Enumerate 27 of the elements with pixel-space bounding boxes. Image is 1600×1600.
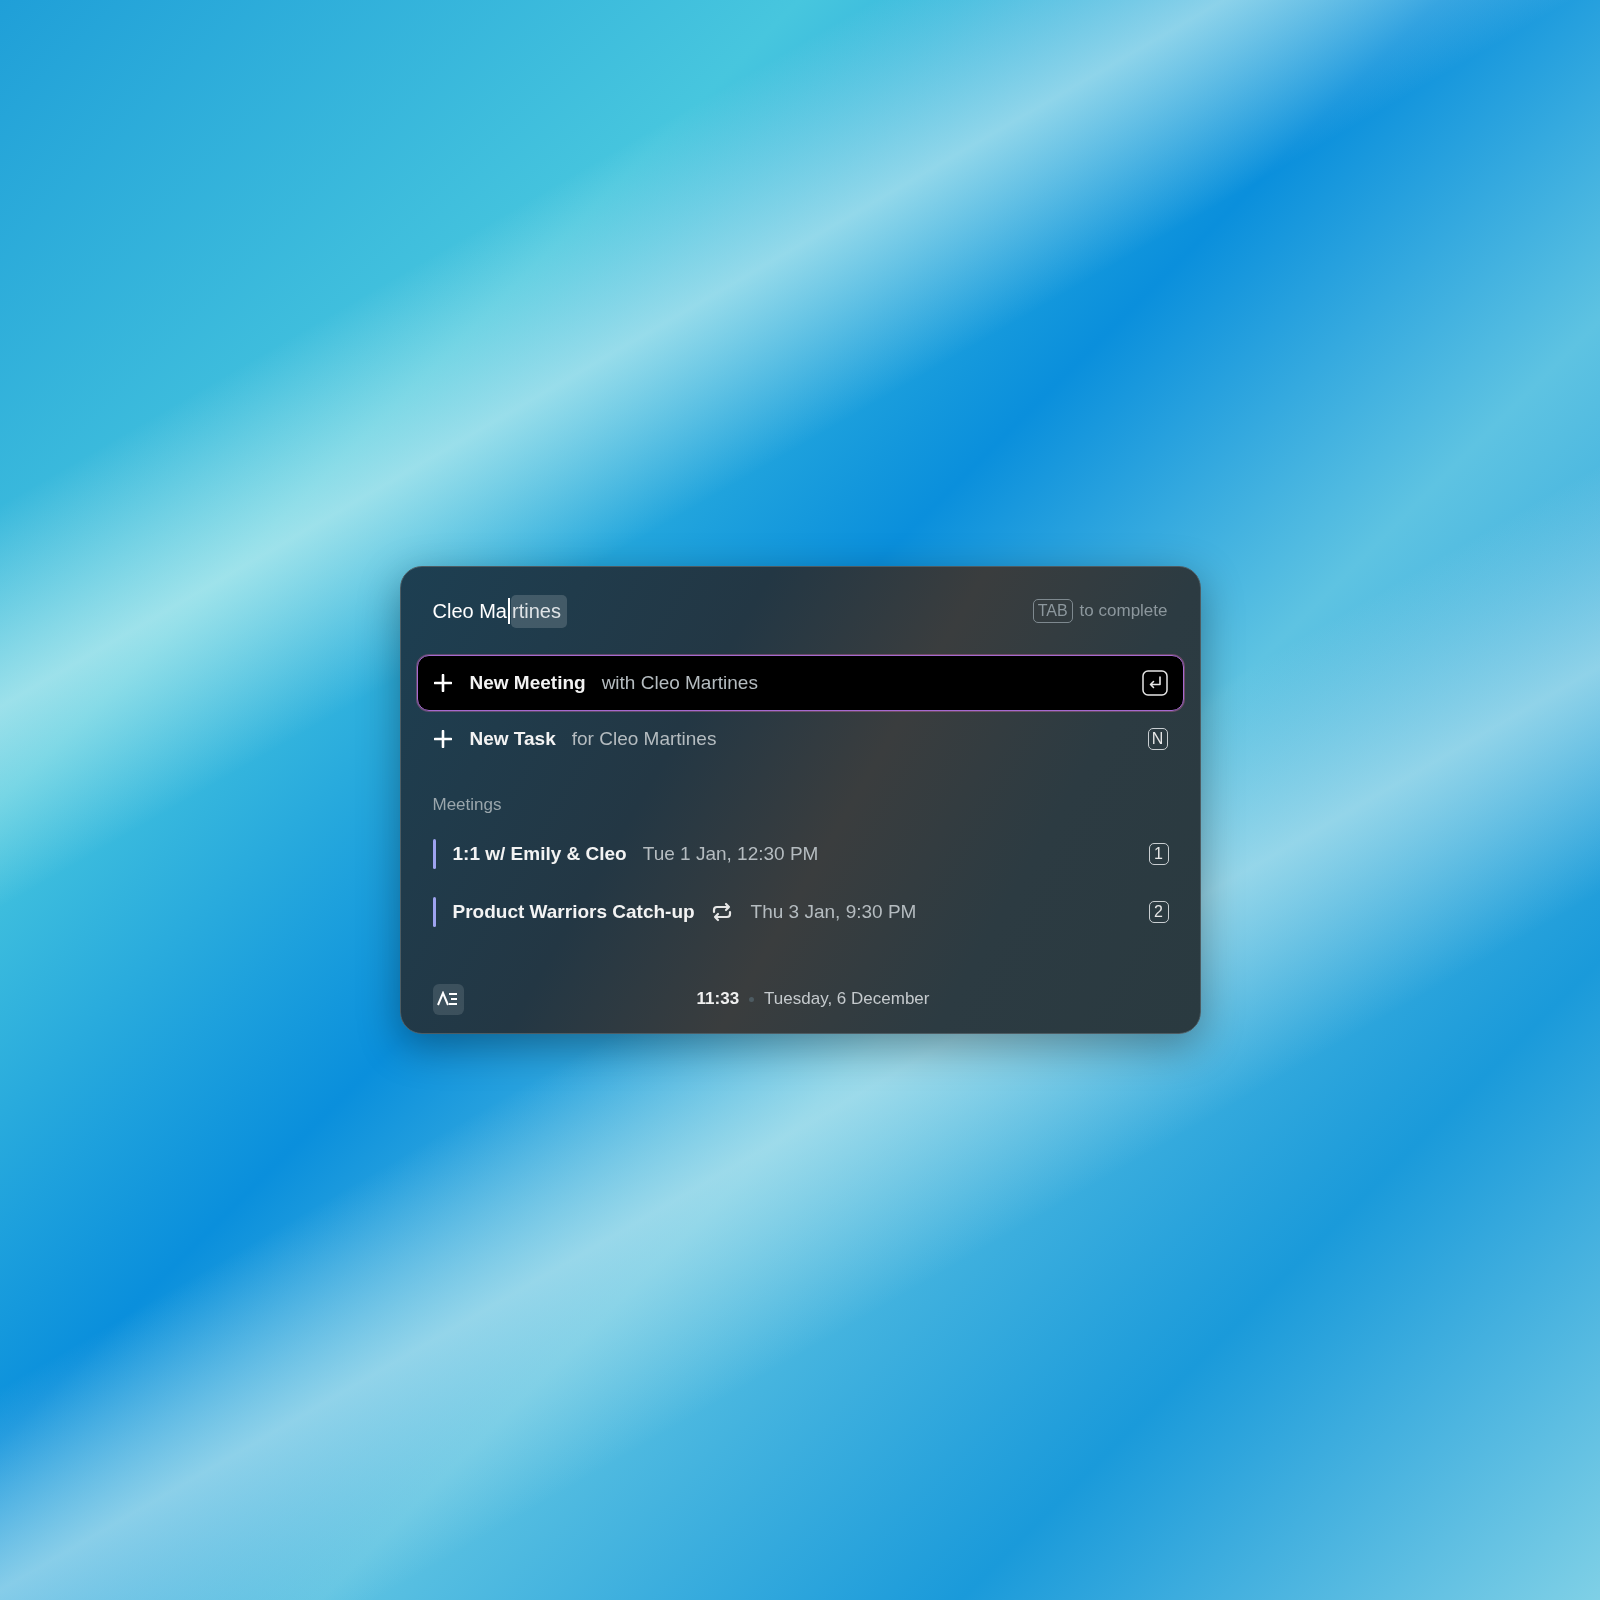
clock-time: 11:33 [696, 989, 740, 1009]
search-field[interactable]: Cleo Ma rtines [432, 594, 567, 628]
shortcut-key: N [1147, 728, 1168, 750]
hint-text: to complete [1079, 601, 1168, 621]
meeting-time: Thu 3 Jan, 9:30 PM [750, 901, 917, 923]
tab-key-hint: TAB [1032, 599, 1073, 623]
action-title: New Task [469, 728, 556, 750]
meeting-title: Product Warriors Catch-up [452, 901, 695, 923]
search-query: Cleo Ma [432, 599, 507, 623]
plus-icon [433, 730, 452, 748]
action-detail: for Cleo Martines [571, 728, 717, 750]
action-item[interactable]: New Task for Cleo Martines N [416, 711, 1184, 767]
action-title: New Meeting [469, 672, 586, 694]
shortcut-key: 2 [1148, 901, 1169, 923]
meeting-title: 1:1 w/ Emily & Cleo [452, 843, 627, 865]
meeting-item[interactable]: 1:1 w/ Emily & Cleo Tue 1 Jan, 12:30 PM 1 [416, 825, 1184, 883]
autocomplete-suggestion: rtines [511, 594, 567, 628]
action-item[interactable]: New Meeting with Cleo Martines [416, 655, 1184, 711]
return-key-icon [1141, 670, 1168, 696]
clock-date: Tuesday, 6 December [764, 989, 930, 1009]
app-logo-icon[interactable] [432, 983, 464, 1015]
action-detail: with Cleo Martines [601, 672, 758, 694]
section-heading: Meetings [431, 795, 503, 815]
plus-icon [433, 674, 452, 692]
meeting-item[interactable]: Product Warriors Catch-up Thu 3 Jan, 9:30 PM 2 [416, 883, 1184, 941]
shortcut-key: 1 [1148, 843, 1169, 865]
meeting-time: Tue 1 Jan, 12:30 PM [642, 843, 819, 865]
